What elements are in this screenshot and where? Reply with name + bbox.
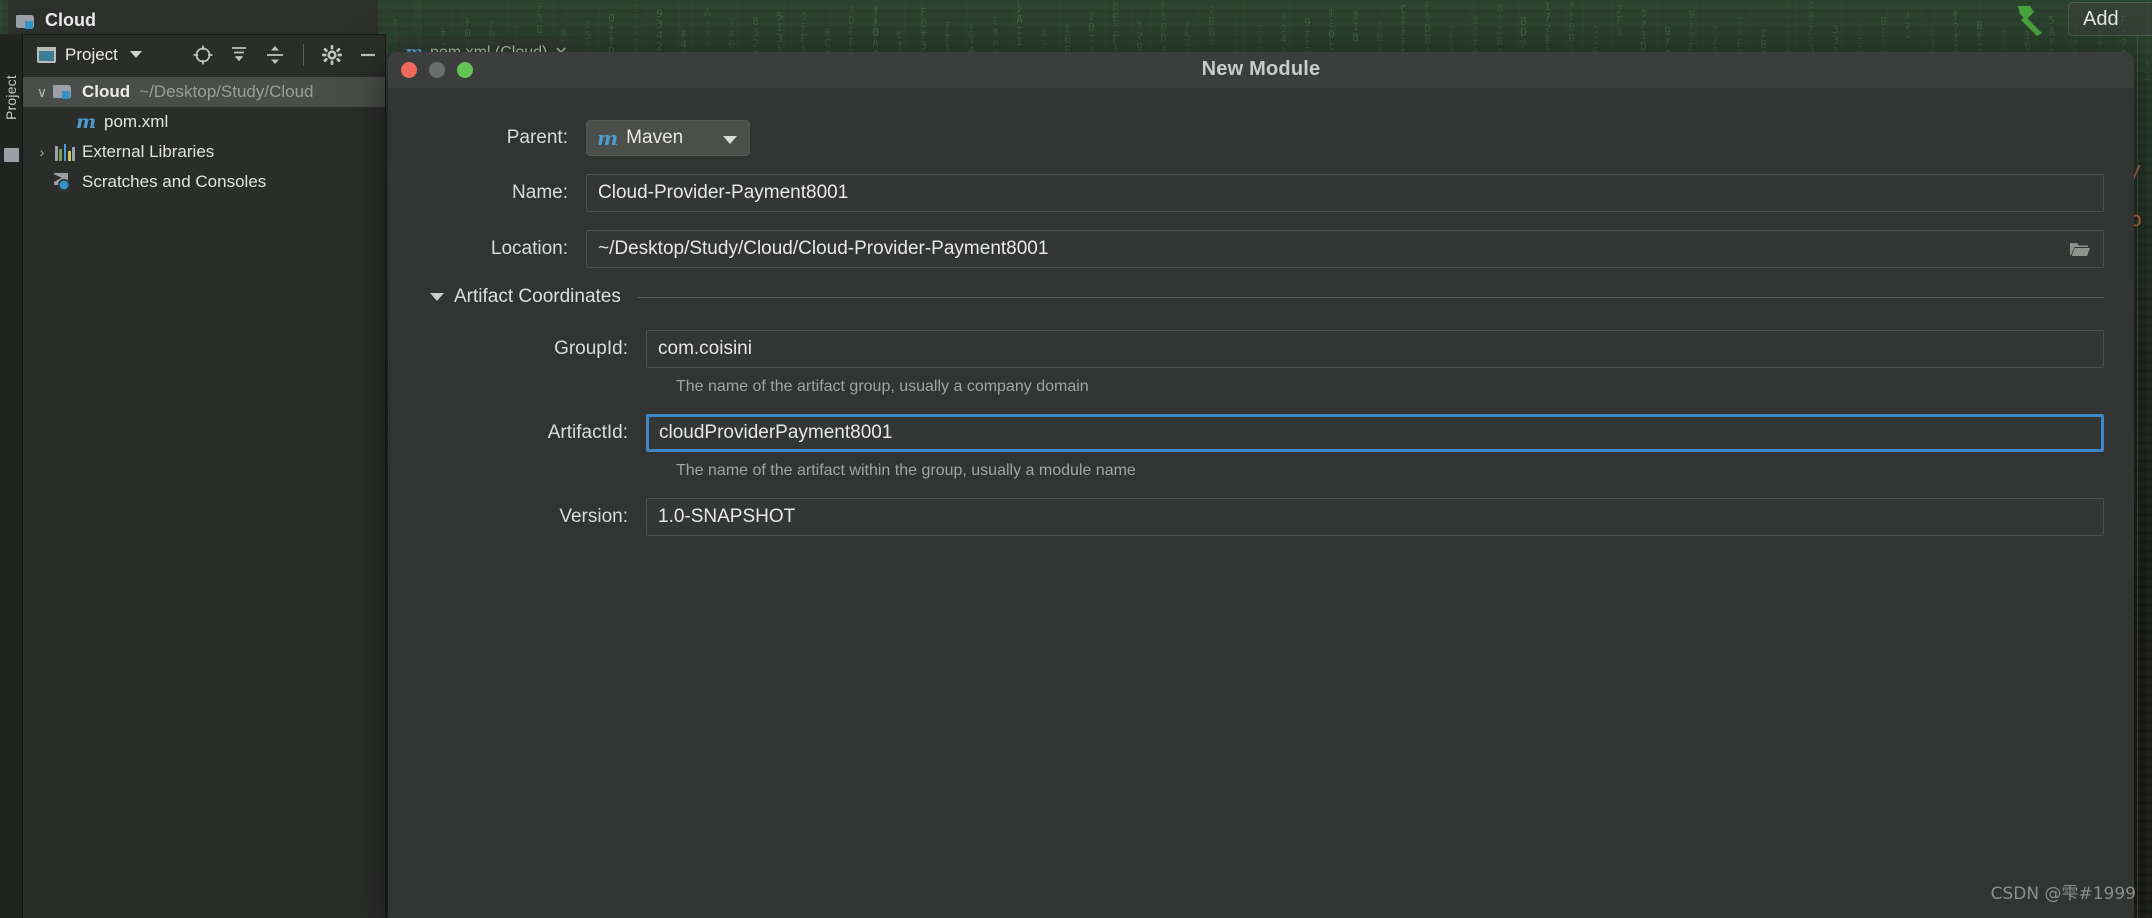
screen-root: ﾎ ﾜ ﾆ 1 9 ﾘ 9 9 C ﾅ ｰ 6 ﾋ ﾜ B ﾅ C ﾃ 0 ﾊ … — [0, 0, 2152, 918]
artifactid-label: ArtifactId: — [547, 422, 628, 443]
minimize-button[interactable] — [429, 62, 445, 78]
project-toolbar-actions — [192, 35, 379, 75]
artifactid-input[interactable]: cloudProviderPayment8001 — [646, 414, 2104, 452]
groupid-label: GroupId: — [554, 338, 628, 359]
dialog-title: New Module — [1201, 58, 1321, 80]
dialog-title-bar: New Module — [388, 52, 2134, 88]
location-input-value: ~/Desktop/Study/Cloud/Cloud-Provider-Pay… — [598, 238, 1049, 259]
tool-strip-project-label[interactable]: Project — [3, 60, 19, 120]
version-row: Version: 1.0-SNAPSHOT — [418, 498, 2104, 536]
chevron-right-icon[interactable]: › — [31, 144, 53, 160]
parent-select-value: Maven — [626, 127, 684, 148]
settings-gear-icon[interactable] — [321, 44, 343, 66]
parent-select[interactable]: m Maven — [586, 120, 750, 156]
project-view-icon — [37, 46, 56, 63]
parent-label: Parent: — [506, 127, 568, 148]
libraries-icon — [53, 143, 75, 161]
add-button-label: Add — [2083, 7, 2119, 30]
folder-icon — [53, 83, 75, 101]
tree-node-external-libraries[interactable]: › External Libraries — [23, 137, 385, 167]
name-input[interactable]: Cloud-Provider-Payment8001 — [586, 174, 2104, 212]
tree-node-path: ~/Desktop/Study/Cloud — [139, 82, 314, 101]
new-module-dialog: New Module Parent: m Maven Name: Cloud-P… — [388, 52, 2134, 918]
csdn-watermark: CSDN @雫#1999 — [1990, 884, 2136, 904]
locate-target-icon[interactable] — [192, 44, 214, 66]
artifact-coordinates-fields: GroupId: com.coisini The name of the art… — [418, 330, 2104, 536]
folder-icon — [16, 13, 36, 29]
version-label: Version: — [559, 506, 628, 527]
version-input-value: 1.0-SNAPSHOT — [658, 506, 796, 527]
minimize-icon[interactable] — [357, 44, 379, 66]
location-row: Location: ~/Desktop/Study/Cloud/Cloud-Pr… — [418, 230, 2104, 268]
chevron-down-icon[interactable] — [430, 293, 444, 301]
dialog-body: Parent: m Maven Name: Cloud-Provider-Pay… — [388, 88, 2134, 918]
chevron-down-icon[interactable]: ∨ — [31, 84, 53, 101]
project-panel-toolbar: Project — [23, 35, 385, 75]
artifact-coordinates-section-header[interactable]: Artifact Coordinates — [430, 286, 2104, 308]
tool-window-strip: Project — [0, 34, 23, 918]
version-input[interactable]: 1.0-SNAPSHOT — [646, 498, 2104, 536]
chevron-down-icon — [723, 136, 737, 144]
groupid-input[interactable]: com.coisini — [646, 330, 2104, 368]
project-tree: ∨ Cloud ~/Desktop/Study/Cloud m pom.xml › Exte… — [23, 75, 385, 197]
scratches-icon — [53, 173, 75, 191]
toolbar-divider — [303, 44, 304, 66]
tree-node-scratches-and-consoles[interactable]: Scratches and Consoles — [23, 167, 385, 197]
project-tool-window: Project ∨ Cloud ~/Desktop/Study/Cloud m … — [23, 34, 386, 918]
close-button[interactable] — [401, 62, 417, 78]
maven-icon: m — [75, 111, 97, 133]
artifactid-row: ArtifactId: cloudProviderPayment8001 — [418, 414, 2104, 452]
window-controls — [401, 62, 473, 78]
tree-node-label: Scratches and Consoles — [82, 172, 267, 191]
artifact-coordinates-title: Artifact Coordinates — [454, 286, 621, 307]
groupid-row: GroupId: com.coisini — [418, 330, 2104, 368]
chevron-down-icon[interactable] — [129, 51, 142, 58]
tool-strip-structure-icon[interactable] — [4, 148, 19, 162]
groupid-hint: The name of the artifact group, usually … — [676, 378, 1089, 395]
parent-row: Parent: m Maven — [418, 120, 2104, 156]
tree-node-label: External Libraries — [82, 142, 215, 161]
folder-open-icon[interactable] — [2069, 240, 2091, 258]
location-label: Location: — [490, 238, 568, 259]
zoom-button[interactable] — [457, 62, 473, 78]
section-divider — [636, 296, 2104, 298]
project-badge-label: Cloud — [45, 10, 96, 30]
artifactid-input-value: cloudProviderPayment8001 — [659, 422, 893, 443]
collapse-all-icon[interactable] — [264, 44, 286, 66]
tree-node-pom-xml[interactable]: m pom.xml — [23, 107, 385, 137]
tree-node-label: pom.xml — [104, 112, 169, 131]
maven-icon: m — [597, 126, 619, 150]
name-label: Name: — [512, 182, 568, 203]
location-input[interactable]: ~/Desktop/Study/Cloud/Cloud-Provider-Pay… — [586, 230, 2104, 268]
tree-node-label: Cloud — [82, 82, 131, 101]
hammer-icon[interactable] — [2012, 2, 2048, 36]
artifactid-hint: The name of the artifact within the grou… — [676, 462, 1136, 479]
expand-all-icon[interactable] — [228, 44, 250, 66]
project-view-label: Project — [65, 44, 118, 64]
groupid-input-value: com.coisini — [658, 338, 752, 359]
name-input-value: Cloud-Provider-Payment8001 — [598, 182, 849, 203]
tree-node-cloud[interactable]: ∨ Cloud ~/Desktop/Study/Cloud — [23, 77, 385, 107]
project-view-selector[interactable]: Project — [37, 45, 142, 65]
name-row: Name: Cloud-Provider-Payment8001 — [418, 174, 2104, 212]
add-button[interactable]: Add — [2068, 2, 2152, 36]
